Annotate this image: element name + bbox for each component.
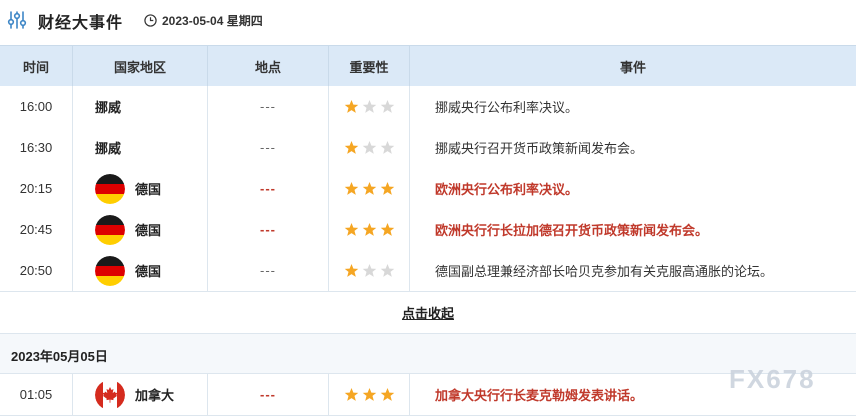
importance-cell [329,127,410,168]
region-cell: 德国 [73,168,208,209]
time-cell: 20:50 [0,250,73,291]
collapse-link[interactable]: 点击收起 [402,303,454,322]
next-date-label: 2023年05月05日 [11,349,108,364]
importance-cell [329,86,410,127]
canada-flag-icon [95,379,125,410]
region-cell: 挪威 [73,86,208,127]
place-text: --- [260,222,276,237]
region-cell: 加拿大 [73,374,208,415]
col-importance: 重要性 [329,46,410,86]
table-row[interactable]: 01:05 加拿大 --- 加拿大央行行长麦克勒姆发表讲话。 [0,374,856,416]
event-cell: 德国副总理兼经济部长哈贝克参加有关克服高通胀的论坛。 [410,250,856,291]
star-filled-icon [362,222,377,236]
star-filled-icon [380,181,395,195]
time-cell: 16:30 [0,127,73,168]
table-row[interactable]: 20:15 德国 --- 欧洲央行公布利率决议。 [0,168,856,210]
event-cell: 欧洲央行公布利率决议。 [410,168,856,209]
star-filled-icon [362,181,377,195]
region-cell: 挪威 [73,127,208,168]
date-label: 2023-05-04 星期四 [162,14,263,28]
event-text: 欧洲央行行长拉加德召开货币政策新闻发布会。 [435,223,709,238]
place-cell: --- [208,250,329,291]
time-cell: 20:15 [0,168,73,209]
importance-cell [329,168,410,209]
star-filled-icon [344,99,359,113]
region-text: 挪威 [95,141,122,156]
time-cell: 16:00 [0,86,73,127]
place-text: --- [260,99,276,114]
time-cell: 01:05 [0,374,73,415]
col-region: 国家地区 [73,46,208,86]
star-filled-icon [362,387,377,401]
importance-cell [329,209,410,250]
time-cell: 20:45 [0,209,73,250]
germany-flag-icon [95,255,125,286]
star-filled-icon [344,263,359,277]
star-empty-icon [380,263,395,277]
time-text: 01:05 [19,387,53,402]
region-text: 德国 [135,264,162,279]
time-text: 20:15 [19,181,53,196]
place-cell: --- [208,86,329,127]
place-text: --- [260,263,276,278]
place-text: --- [260,140,276,155]
region-text: 加拿大 [135,388,175,403]
germany-flag-icon [95,173,125,204]
star-filled-icon [344,222,359,236]
event-cell: 挪威央行召开货币政策新闻发布会。 [410,127,856,168]
table-row[interactable]: 20:45 德国 --- 欧洲央行行长拉加德召开货币政策新闻发布会。 [0,209,856,251]
place-cell: --- [208,168,329,209]
star-filled-icon [344,181,359,195]
region-text: 挪威 [95,100,122,115]
place-text: --- [260,181,276,196]
event-text: 德国副总理兼经济部长哈贝克参加有关克服高通胀的论坛。 [435,264,774,279]
event-text: 挪威央行公布利率决议。 [435,100,579,115]
event-text: 欧洲央行公布利率决议。 [435,182,579,197]
star-filled-icon [344,387,359,401]
star-empty-icon [380,140,395,154]
germany-flag-icon [95,214,125,245]
table-row[interactable]: 20:50 德国 --- 德国副总理兼经济部长哈贝克参加有关克服高通胀的论坛。 [0,250,856,292]
event-cell: 欧洲央行行长拉加德召开货币政策新闻发布会。 [410,209,856,250]
date-group-header: 2023年05月05日 [0,334,856,374]
region-text: 德国 [135,223,162,238]
col-time: 时间 [0,46,73,86]
star-empty-icon [362,140,377,154]
place-cell: --- [208,127,329,168]
current-date: 2023-05-04 星期四 [144,12,263,29]
table-row[interactable]: 16:30 挪威 --- 挪威央行召开货币政策新闻发布会。 [0,127,856,169]
importance-cell [329,374,410,415]
table-header: 时间 国家地区 地点 重要性 事件 [0,45,856,87]
star-filled-icon [380,387,395,401]
place-cell: --- [208,209,329,250]
region-cell: 德国 [73,209,208,250]
top-bar: 财经大事件 2023-05-04 星期四 [0,0,856,40]
table-row[interactable]: 16:00 挪威 --- 挪威央行公布利率决议。 [0,86,856,128]
sliders-icon [7,11,27,29]
star-empty-icon [362,99,377,113]
watermark: FX678 [729,364,816,394]
time-text: 16:30 [19,140,53,155]
event-cell: 挪威央行公布利率决议。 [410,86,856,127]
star-empty-icon [362,263,377,277]
time-text: 16:00 [19,99,53,114]
time-text: 20:50 [19,263,53,278]
event-text: 挪威央行召开货币政策新闻发布会。 [435,141,644,156]
region-text: 德国 [135,182,162,197]
col-event: 事件 [619,59,646,75]
importance-cell [329,250,410,291]
place-cell: --- [208,374,329,415]
star-filled-icon [380,222,395,236]
event-text: 加拿大央行行长麦克勒姆发表讲话。 [435,388,644,403]
star-filled-icon [344,140,359,154]
collapse-row: 点击收起 [0,292,856,334]
col-place: 地点 [208,46,329,86]
clock-icon [144,14,157,27]
region-cell: 德国 [73,250,208,291]
place-text: --- [260,387,276,402]
time-text: 20:45 [19,222,53,237]
page-title: 财经大事件 [38,15,124,32]
star-empty-icon [380,99,395,113]
